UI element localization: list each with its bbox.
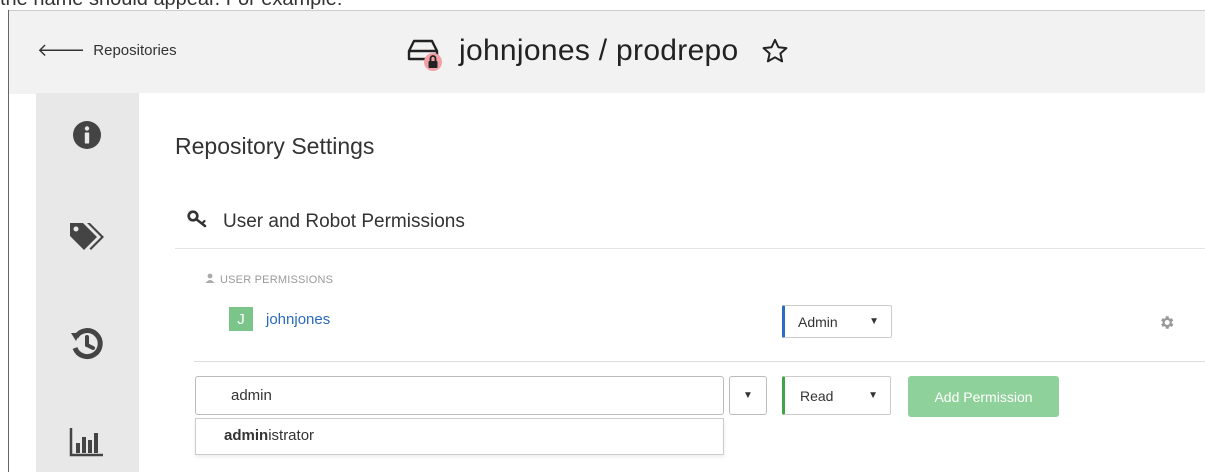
row-divider bbox=[194, 361, 1205, 362]
history-icon[interactable] bbox=[64, 321, 110, 367]
page-title: Repository Settings bbox=[175, 133, 375, 159]
back-to-repositories-link[interactable]: 🡐 Repositories bbox=[37, 41, 177, 59]
entity-search-input[interactable] bbox=[195, 376, 724, 415]
avatar: J bbox=[229, 307, 253, 331]
settings-content: Repository Settings User and Robot Permi… bbox=[139, 93, 1205, 472]
entity-dropdown-button[interactable]: ▼ bbox=[729, 376, 767, 415]
username-link[interactable]: johnjones bbox=[266, 311, 330, 328]
entity-suggestion-dropdown: administrator bbox=[195, 418, 724, 455]
suggestion-match-text: admin bbox=[224, 427, 269, 444]
suggestion-rest-text: istrator bbox=[268, 427, 315, 444]
user-permissions-label: USER PERMISSIONS bbox=[205, 273, 333, 286]
info-icon[interactable] bbox=[64, 112, 110, 158]
add-permission-button[interactable]: Add Permission bbox=[908, 376, 1059, 417]
permission-row-johnjones: J johnjones bbox=[229, 307, 330, 331]
repo-title-group: johnjones / prodrepo bbox=[407, 31, 789, 71]
repo-sidebar bbox=[36, 93, 139, 472]
back-label: Repositories bbox=[93, 41, 177, 59]
tags-icon[interactable] bbox=[64, 214, 110, 260]
star-outline-icon[interactable] bbox=[761, 37, 789, 65]
repo-title: johnjones / prodrepo bbox=[459, 34, 739, 67]
section-title: User and Robot Permissions bbox=[223, 211, 465, 232]
caret-down-icon: ▼ bbox=[868, 390, 878, 401]
user-icon bbox=[205, 273, 215, 286]
gear-icon[interactable] bbox=[1158, 314, 1175, 336]
section-divider bbox=[175, 248, 1205, 249]
role-select-johnjones[interactable]: Admin ▼ bbox=[782, 305, 892, 338]
private-repo-lock-icon bbox=[407, 31, 447, 71]
suggestion-administrator[interactable]: administrator bbox=[224, 427, 314, 444]
arrow-left-icon: 🡐 bbox=[37, 40, 86, 60]
caret-down-icon: ▼ bbox=[743, 390, 753, 401]
caret-down-icon: ▼ bbox=[869, 316, 879, 327]
permissions-section-header: User and Robot Permissions bbox=[187, 210, 465, 234]
key-icon bbox=[187, 210, 209, 234]
new-role-select[interactable]: Read ▼ bbox=[782, 376, 891, 415]
bar-chart-icon[interactable] bbox=[64, 419, 110, 465]
repo-header: 🡐 Repositories johnjones / prodrepo bbox=[9, 10, 1205, 94]
